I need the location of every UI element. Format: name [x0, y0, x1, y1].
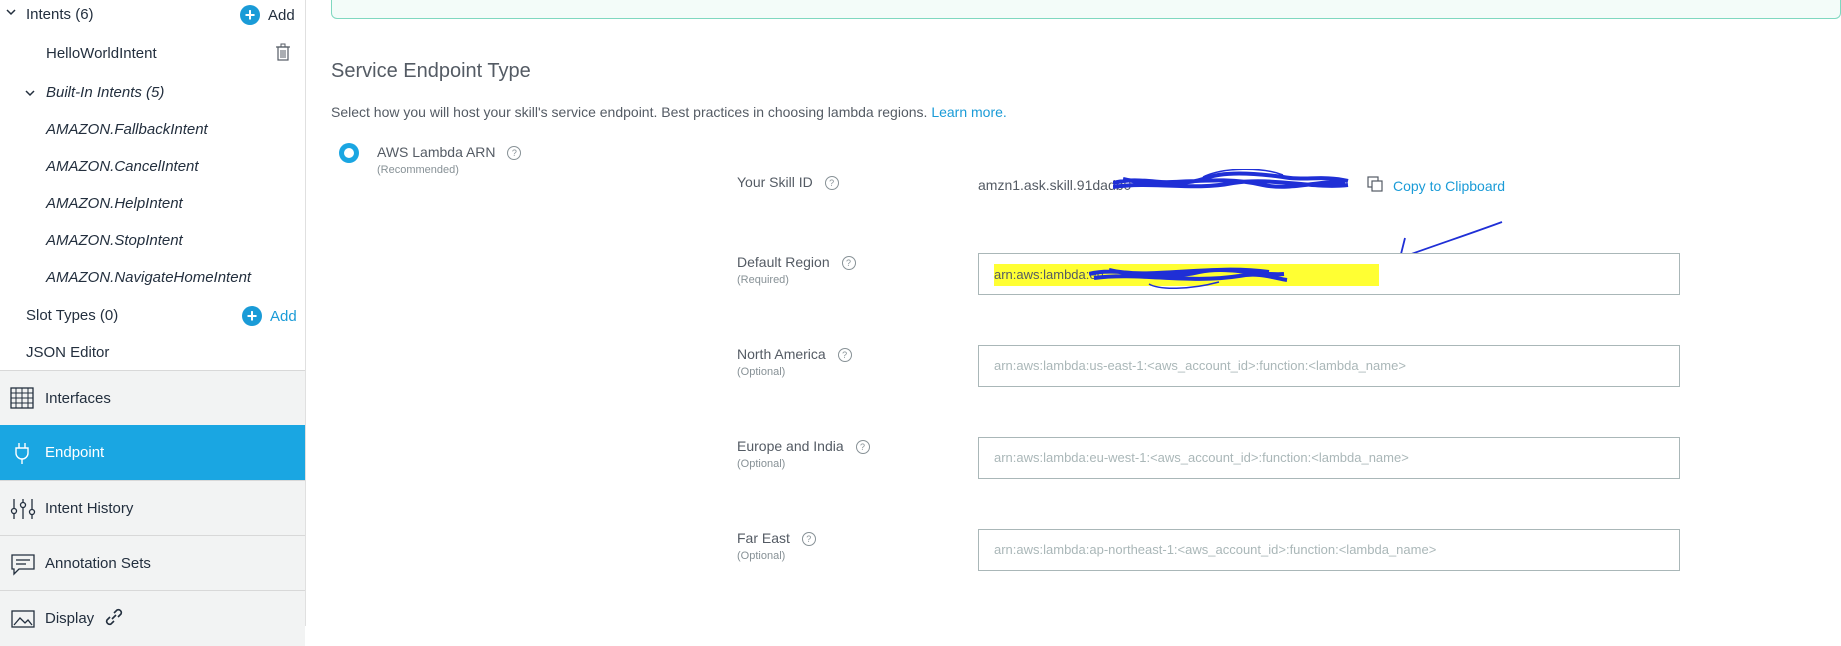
top-panel: [331, 0, 1841, 19]
skill-id-label: Your Skill ID ?: [737, 174, 839, 191]
add-slot-type-button[interactable]: + Add: [242, 306, 297, 326]
nav-annotation-sets[interactable]: Annotation Sets: [0, 535, 305, 591]
help-icon[interactable]: ?: [837, 348, 852, 363]
europe-india-label: Europe and India ?: [737, 438, 870, 455]
aws-lambda-radio[interactable]: [339, 143, 359, 163]
far-east-input[interactable]: arn:aws:lambda:ap-northeast-1:<aws_accou…: [978, 529, 1680, 571]
sliders-icon: [10, 497, 36, 521]
default-region-label-text: Default Region: [737, 254, 830, 270]
intent-item[interactable]: AMAZON.HelpIntent: [0, 190, 305, 220]
nav-label: Interfaces: [45, 390, 111, 407]
default-region-sublabel: (Required): [737, 274, 789, 286]
plus-icon: +: [242, 306, 262, 326]
nav-label: Display: [45, 610, 95, 627]
far-east-placeholder: arn:aws:lambda:ap-northeast-1:<aws_accou…: [994, 542, 1437, 557]
nav-intent-history[interactable]: Intent History: [0, 480, 305, 536]
skill-id-value: amzn1.ask.skill.91dadb0: [978, 169, 1349, 193]
add-label: Add: [268, 6, 295, 24]
intents-row[interactable]: Intents (6) + Add: [0, 0, 305, 30]
nav-label: Annotation Sets: [45, 555, 151, 572]
copy-to-clipboard-button[interactable]: Copy to Clipboard: [1367, 176, 1505, 195]
north-america-placeholder: arn:aws:lambda:us-east-1:<aws_account_id…: [994, 358, 1406, 373]
trash-icon[interactable]: [275, 43, 293, 63]
nav-label: Intent History: [45, 500, 134, 517]
radio-label-text: AWS Lambda ARN: [377, 144, 496, 160]
help-icon[interactable]: ?: [824, 176, 839, 191]
slot-types-label: Slot Types (0): [26, 307, 119, 324]
nav-label: Endpoint: [45, 444, 105, 461]
intent-item-helloworld[interactable]: HelloWorldIntent: [0, 40, 305, 70]
north-america-input[interactable]: arn:aws:lambda:us-east-1:<aws_account_id…: [978, 345, 1680, 387]
north-america-label-text: North America: [737, 346, 826, 362]
europe-india-input[interactable]: arn:aws:lambda:eu-west-1:<aws_account_id…: [978, 437, 1680, 479]
nav-endpoint[interactable]: Endpoint: [0, 425, 305, 480]
nav-display[interactable]: Display: [0, 590, 305, 646]
default-region-input[interactable]: arn:aws:lambda:eu: [978, 253, 1680, 295]
add-intent-button[interactable]: + Add: [240, 5, 295, 25]
annotation-icon: [10, 552, 36, 576]
default-region-text: arn:aws:lambda:eu: [994, 266, 1104, 282]
copy-icon: [1367, 176, 1383, 195]
copy-label: Copy to Clipboard: [1393, 177, 1506, 194]
radio-sublabel: (Recommended): [377, 164, 459, 176]
intent-item[interactable]: AMAZON.FallbackIntent: [0, 116, 305, 146]
help-icon[interactable]: ?: [801, 532, 816, 547]
skill-id-text: amzn1.ask.skill.91dadb0: [978, 177, 1132, 193]
slot-types-row[interactable]: Slot Types (0) + Add: [0, 302, 305, 332]
north-america-label: North America ?: [737, 346, 852, 363]
intent-item[interactable]: AMAZON.CancelIntent: [0, 153, 305, 183]
image-icon: [10, 607, 36, 631]
europe-india-sublabel: (Optional): [737, 458, 786, 470]
section-description: Select how you will host your skill's se…: [331, 104, 1007, 120]
link-icon: [103, 606, 125, 632]
far-east-label: Far East ?: [737, 530, 816, 547]
far-east-sublabel: (Optional): [737, 550, 786, 562]
add-label: Add: [270, 307, 297, 325]
description-text: Select how you will host your skill's se…: [331, 104, 928, 120]
help-icon[interactable]: ?: [855, 440, 870, 455]
nav-interfaces[interactable]: Interfaces: [0, 370, 305, 426]
builtin-intents-label: Built-In Intents (5): [46, 84, 165, 101]
json-editor-label: JSON Editor: [26, 344, 110, 361]
intent-label: AMAZON.NavigateHomeIntent: [46, 269, 252, 286]
intent-item[interactable]: AMAZON.NavigateHomeIntent: [0, 264, 305, 294]
intent-label: AMAZON.FallbackIntent: [46, 121, 208, 138]
redaction-scribble: [1113, 169, 1349, 189]
learn-more-link[interactable]: Learn more.: [931, 104, 1006, 120]
intent-label: HelloWorldIntent: [46, 45, 157, 62]
plug-icon: [10, 441, 36, 465]
intents-label: Intents (6): [26, 6, 94, 23]
section-title: Service Endpoint Type: [331, 60, 531, 82]
builtin-intents-row[interactable]: Built-In Intents (5): [0, 79, 305, 109]
chevron-down-icon[interactable]: [5, 5, 19, 19]
main-content: Service Endpoint Type Select how you wil…: [305, 0, 1841, 626]
europe-label-text: Europe and India: [737, 438, 844, 454]
sidebar: Intents (6) + Add HelloWorldIntent Built…: [0, 0, 306, 646]
json-editor-row[interactable]: JSON Editor: [0, 339, 305, 369]
intent-label: AMAZON.StopIntent: [46, 232, 183, 249]
radio-label: AWS Lambda ARN ?: [377, 144, 522, 161]
default-region-label: Default Region ?: [737, 254, 856, 271]
plus-icon: +: [240, 5, 260, 25]
interfaces-icon: [10, 387, 36, 411]
intent-item[interactable]: AMAZON.StopIntent: [0, 227, 305, 257]
help-icon[interactable]: ?: [507, 146, 522, 161]
skill-id-label-text: Your Skill ID: [737, 174, 813, 190]
help-icon[interactable]: ?: [841, 256, 856, 271]
far-east-label-text: Far East: [737, 530, 790, 546]
europe-placeholder: arn:aws:lambda:eu-west-1:<aws_account_id…: [994, 450, 1409, 465]
chevron-down-icon[interactable]: [24, 86, 38, 100]
redaction-scribble: [1089, 267, 1288, 290]
intent-label: AMAZON.CancelIntent: [46, 158, 199, 175]
intent-label: AMAZON.HelpIntent: [46, 195, 183, 212]
north-america-sublabel: (Optional): [737, 366, 786, 378]
